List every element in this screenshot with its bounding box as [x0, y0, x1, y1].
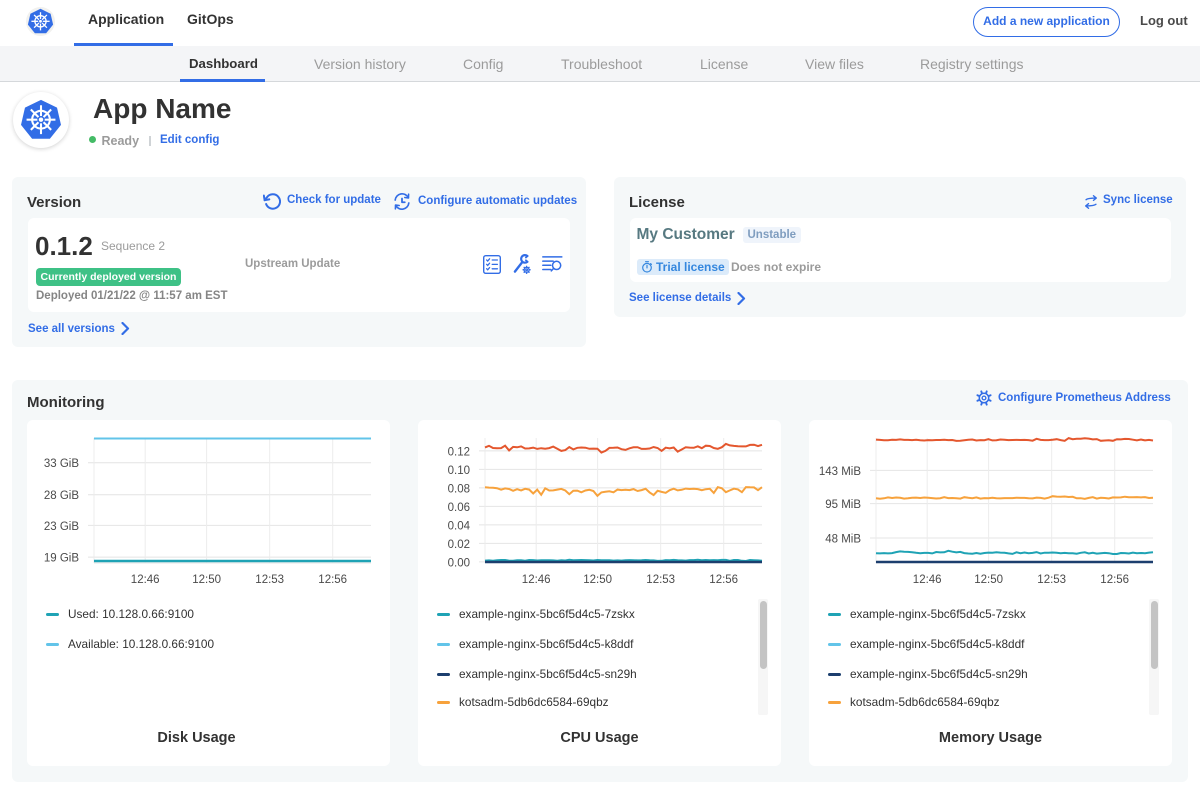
svg-text:0.12: 0.12	[448, 446, 470, 458]
svg-text:12:56: 12:56	[709, 574, 738, 586]
svg-text:0.06: 0.06	[448, 502, 470, 514]
svg-text:12:46: 12:46	[522, 574, 551, 586]
svg-text:19 GiB: 19 GiB	[44, 553, 79, 565]
svg-text:12:56: 12:56	[1100, 574, 1129, 586]
svg-text:0.02: 0.02	[448, 539, 470, 551]
svg-text:0.00: 0.00	[448, 557, 470, 569]
svg-text:33 GiB: 33 GiB	[44, 458, 79, 470]
svg-text:12:50: 12:50	[583, 574, 612, 586]
svg-text:143 MiB: 143 MiB	[819, 466, 862, 478]
svg-text:12:53: 12:53	[255, 574, 284, 586]
svg-text:48 MiB: 48 MiB	[825, 534, 861, 546]
svg-text:0.08: 0.08	[448, 483, 470, 495]
svg-text:12:56: 12:56	[318, 574, 347, 586]
svg-text:12:53: 12:53	[1037, 574, 1066, 586]
svg-text:12:50: 12:50	[192, 574, 221, 586]
svg-text:12:50: 12:50	[974, 574, 1003, 586]
svg-text:23 GiB: 23 GiB	[44, 521, 79, 533]
svg-text:12:46: 12:46	[913, 574, 942, 586]
svg-text:28 GiB: 28 GiB	[44, 490, 79, 502]
svg-text:95 MiB: 95 MiB	[825, 499, 861, 511]
svg-text:12:46: 12:46	[131, 574, 160, 586]
svg-text:0.10: 0.10	[448, 465, 470, 477]
svg-text:0.04: 0.04	[448, 520, 471, 532]
svg-text:12:53: 12:53	[646, 574, 675, 586]
